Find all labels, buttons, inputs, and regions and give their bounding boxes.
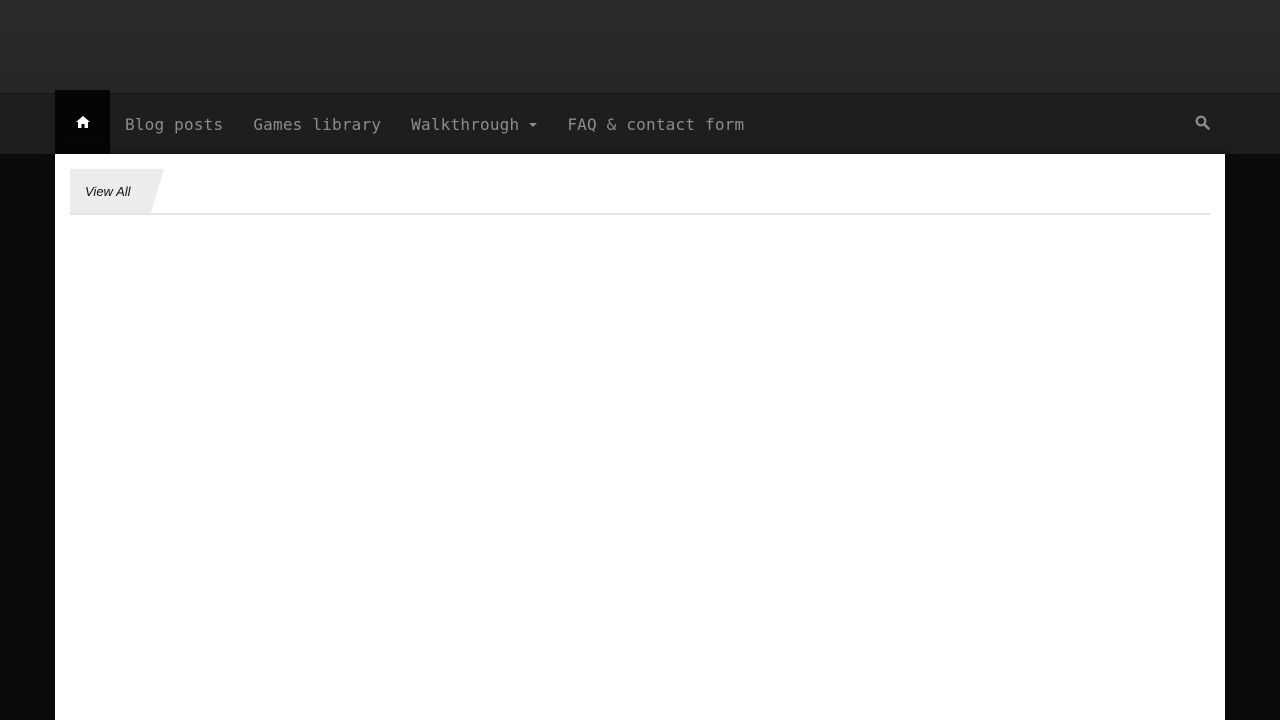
nav-item-label: FAQ & contact form — [567, 114, 745, 134]
home-button[interactable] — [55, 90, 110, 154]
view-all-tab[interactable]: View All — [70, 169, 164, 213]
nav-menu: Blog posts Games library Walkthrough FAQ… — [110, 90, 759, 154]
view-all-label: View All — [85, 183, 131, 199]
search-icon — [1195, 115, 1210, 134]
nav-item-walkthrough[interactable]: Walkthrough — [396, 94, 552, 154]
section-tab-strip: View All — [70, 169, 1210, 215]
nav-item-faq-contact[interactable]: FAQ & contact form — [552, 94, 759, 154]
site-header — [0, 0, 1280, 93]
main-content: View All — [55, 154, 1225, 720]
nav-item-label: Games library — [253, 114, 382, 134]
main-navigation: Blog posts Games library Walkthrough FAQ… — [55, 90, 1225, 154]
nav-item-blog-posts[interactable]: Blog posts — [110, 94, 238, 154]
nav-item-label: Blog posts — [125, 114, 224, 134]
home-icon — [75, 116, 90, 128]
nav-item-label: Walkthrough — [411, 114, 520, 134]
chevron-down-icon — [529, 123, 538, 127]
search-button[interactable] — [1189, 94, 1215, 154]
nav-item-games-library[interactable]: Games library — [238, 94, 396, 154]
